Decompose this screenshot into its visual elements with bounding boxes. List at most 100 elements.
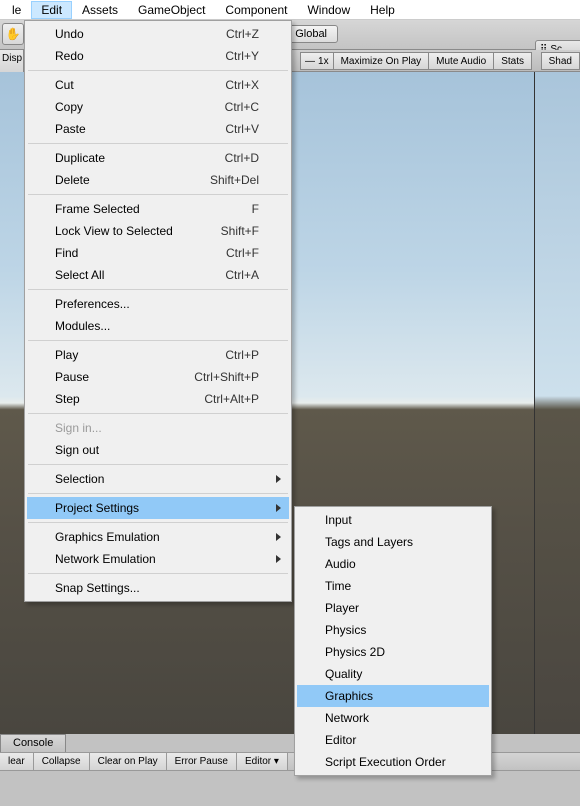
- project-settings-submenu: Input Tags and Layers AudioTimePlayer Physi…: [294, 506, 492, 776]
- submenu-arrow-icon: [276, 555, 281, 563]
- menu-component[interactable]: Component: [215, 1, 297, 19]
- menu-separator: [28, 493, 288, 494]
- submenu-item-label: Physics 2D: [325, 645, 459, 659]
- menu-item-label: Step: [55, 392, 204, 406]
- submenu-item-physics-2d[interactable]: Physics 2D: [297, 641, 489, 663]
- menu-item-label: Selection: [55, 472, 259, 486]
- menu-item-copy[interactable]: CopyCtrl+C: [27, 96, 289, 118]
- submenu-item-quality[interactable]: Quality: [297, 663, 489, 685]
- menu-item-label: Redo: [55, 49, 225, 63]
- menu-separator: [28, 413, 288, 414]
- submenu-item-graphics[interactable]: Graphics: [297, 685, 489, 707]
- menu-item-duplicate[interactable]: DuplicateCtrl+D: [27, 147, 289, 169]
- menu-item-play[interactable]: PlayCtrl+P: [27, 344, 289, 366]
- menu-item-label: Sign in...: [55, 421, 259, 435]
- menu-item-label: Select All: [55, 268, 225, 282]
- menu-item-sign-out[interactable]: Sign out: [27, 439, 289, 461]
- menu-gameobject[interactable]: GameObject: [128, 1, 215, 19]
- submenu-item-input[interactable]: Input: [297, 509, 489, 531]
- submenu-item-label: Graphics: [325, 689, 459, 703]
- display-dropdown-partial[interactable]: Disp: [0, 50, 24, 72]
- menu-item-label: Undo: [55, 27, 226, 41]
- menu-edit[interactable]: Edit: [31, 1, 72, 19]
- edit-menu-dropdown: UndoCtrl+ZRedoCtrl+YCutCtrl+XCopyCtrl+CP…: [24, 20, 292, 602]
- menu-item-label: Project Settings: [55, 501, 259, 515]
- submenu-item-label: Physics: [325, 623, 459, 637]
- submenu-arrow-icon: [276, 504, 281, 512]
- submenu-item-script-execution-order[interactable]: Script Execution Order: [297, 751, 489, 773]
- submenu-item-network[interactable]: Network: [297, 707, 489, 729]
- menu-window[interactable]: Window: [297, 1, 360, 19]
- menu-item-label: Modules...: [55, 319, 259, 333]
- menu-item-lock-view-to-selected[interactable]: Lock View to SelectedShift+F: [27, 220, 289, 242]
- menu-item-label: Pause: [55, 370, 194, 384]
- menu-item-shortcut: Ctrl+V: [225, 122, 259, 136]
- maximize-on-play[interactable]: Maximize On Play: [334, 52, 430, 70]
- menu-item-redo[interactable]: RedoCtrl+Y: [27, 45, 289, 67]
- menu-item-shortcut: Ctrl+Shift+P: [194, 370, 259, 384]
- submenu-item-label: Tags and Layers: [325, 535, 459, 549]
- menu-item-label: Copy: [55, 100, 225, 114]
- submenu-item-time[interactable]: Time: [297, 575, 489, 597]
- submenu-item-label: Input: [325, 513, 459, 527]
- menu-assets[interactable]: Assets: [72, 1, 128, 19]
- submenu-item-player[interactable]: Player: [297, 597, 489, 619]
- menu-separator: [28, 522, 288, 523]
- menu-item-undo[interactable]: UndoCtrl+Z: [27, 23, 289, 45]
- submenu-item-label: Network: [325, 711, 459, 725]
- menu-item-modules[interactable]: Modules...: [27, 315, 289, 337]
- menu-item-shortcut: Ctrl+F: [226, 246, 259, 260]
- submenu-item-label: Quality: [325, 667, 459, 681]
- menu-item-label: Cut: [55, 78, 225, 92]
- menu-item-label: Play: [55, 348, 225, 362]
- mute-audio[interactable]: Mute Audio: [429, 52, 494, 70]
- menu-help[interactable]: Help: [360, 1, 405, 19]
- submenu-item-physics[interactable]: Physics: [297, 619, 489, 641]
- menu-item-paste[interactable]: PasteCtrl+V: [27, 118, 289, 140]
- console-collapse[interactable]: Collapse: [34, 753, 90, 770]
- menu-separator: [28, 340, 288, 341]
- menu-item-step[interactable]: StepCtrl+Alt+P: [27, 388, 289, 410]
- scene-view[interactable]: ⠿ Sc: [534, 58, 580, 734]
- menu-separator: [28, 464, 288, 465]
- menu-item-delete[interactable]: DeleteShift+Del: [27, 169, 289, 191]
- menu-item-network-emulation[interactable]: Network Emulation: [27, 548, 289, 570]
- menu-item-label: Network Emulation: [55, 552, 259, 566]
- console-clear-on-play[interactable]: Clear on Play: [90, 753, 167, 770]
- menu-item-project-settings[interactable]: Project Settings: [27, 497, 289, 519]
- console-editor-dropdown[interactable]: Editor ▾: [237, 753, 288, 770]
- menu-item-preferences[interactable]: Preferences...: [27, 293, 289, 315]
- menu-item-pause[interactable]: PauseCtrl+Shift+P: [27, 366, 289, 388]
- menu-item-selection[interactable]: Selection: [27, 468, 289, 490]
- hand-tool-button[interactable]: ✋: [2, 23, 24, 45]
- console-error-pause[interactable]: Error Pause: [167, 753, 237, 770]
- menu-item-shortcut: F: [252, 202, 259, 216]
- menu-item-shortcut: Ctrl+X: [225, 78, 259, 92]
- submenu-item-tags-and-layers[interactable]: Tags and Layers: [297, 531, 489, 553]
- submenu-item-label: Script Execution Order: [325, 755, 459, 769]
- menu-item-snap-settings[interactable]: Snap Settings...: [27, 577, 289, 599]
- menu-separator: [28, 194, 288, 195]
- hand-icon: ✋: [6, 27, 21, 41]
- menu-item-find[interactable]: FindCtrl+F: [27, 242, 289, 264]
- submenu-item-audio[interactable]: Audio: [297, 553, 489, 575]
- submenu-item-editor[interactable]: Editor: [297, 729, 489, 751]
- menu-item-graphics-emulation[interactable]: Graphics Emulation: [27, 526, 289, 548]
- menu-item-shortcut: Ctrl+Alt+P: [204, 392, 259, 406]
- menu-item-cut[interactable]: CutCtrl+X: [27, 74, 289, 96]
- menu-item-select-all[interactable]: Select AllCtrl+A: [27, 264, 289, 286]
- menu-item-shortcut: Shift+Del: [210, 173, 259, 187]
- stats[interactable]: Stats: [494, 52, 532, 70]
- shading-mode[interactable]: Shad: [541, 52, 580, 70]
- console-body[interactable]: [0, 771, 580, 806]
- scale-1x[interactable]: —1x: [300, 52, 334, 70]
- menu-item-frame-selected[interactable]: Frame SelectedF: [27, 198, 289, 220]
- console-tab[interactable]: Console: [0, 734, 66, 752]
- menu-separator: [28, 289, 288, 290]
- menu-item-shortcut: Ctrl+A: [225, 268, 259, 282]
- console-clear[interactable]: lear: [0, 753, 34, 770]
- global-toggle[interactable]: Global: [284, 25, 338, 43]
- console-toolbar: lear Collapse Clear on Play Error Pause …: [0, 752, 580, 771]
- menu-item-label: Frame Selected: [55, 202, 252, 216]
- menu-file-partial[interactable]: le: [2, 1, 31, 19]
